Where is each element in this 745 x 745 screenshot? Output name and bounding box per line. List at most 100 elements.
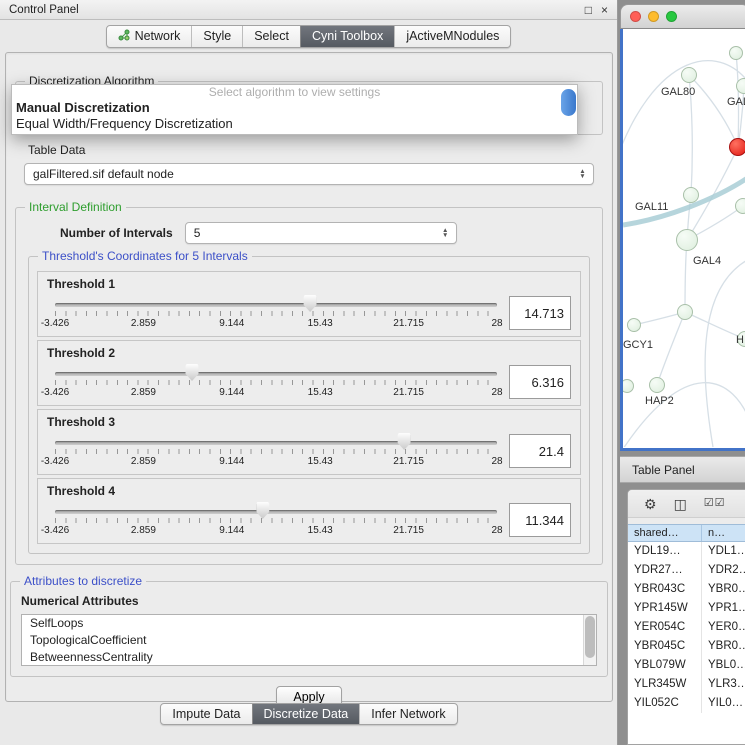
network-node-label: H… [736, 334, 745, 346]
list-item[interactable]: SelfLoops [22, 615, 583, 632]
table-row[interactable]: YPR145WYPR1… [628, 599, 745, 618]
slider-track[interactable] [55, 303, 497, 307]
mac-zoom-icon[interactable] [666, 11, 677, 22]
numerical-attributes-label: Numerical Attributes [21, 594, 597, 608]
slider-track[interactable] [55, 441, 497, 445]
slider-thumb[interactable] [186, 364, 199, 381]
tab-discretize-data[interactable]: Discretize Data [252, 704, 360, 724]
network-node[interactable] [627, 318, 641, 332]
column-header-name[interactable]: n… [702, 525, 745, 541]
tab-infer-network[interactable]: Infer Network [359, 704, 456, 724]
threshold-label: Threshold 2 [47, 346, 571, 360]
table-row[interactable]: YBR045CYBR0… [628, 637, 745, 656]
threshold-slider[interactable]: -3.4262.8599.14415.4321.71528 [55, 430, 497, 472]
network-view-window: GAL80GAL…GAL11GAL4GCY1HAP2H… [620, 4, 745, 451]
table-panel-header[interactable]: Table Panel [620, 456, 745, 483]
network-node[interactable] [729, 46, 743, 60]
table-row[interactable]: YLR345WYLR3… [628, 675, 745, 694]
threshold-panel: Threshold 1 -3.4262.8599.14415.4321.7152… [37, 271, 581, 337]
popup-option-equal-width-frequency[interactable]: Equal Width/Frequency Discretization [12, 116, 577, 132]
bottom-tabbar: Impute Data Discretize Data Infer Networ… [0, 703, 618, 725]
window-title: Control Panel [9, 4, 79, 16]
network-node[interactable] [649, 377, 665, 393]
slider-track[interactable] [55, 510, 497, 514]
tab-cyni-toolbox[interactable]: Cyni Toolbox [300, 26, 394, 47]
table-data-select[interactable]: galFiltered.sif default node ▲▼ [24, 163, 594, 185]
scrollbar-thumb[interactable] [585, 616, 595, 658]
network-node-label: GCY1 [623, 339, 653, 351]
table-header-row: shared… n… [628, 524, 745, 542]
numerical-attributes-list[interactable]: SelfLoopsTopologicalCoefficientBetweenne… [21, 614, 597, 666]
network-node[interactable] [677, 304, 693, 320]
scale-tick-label: -3.426 [41, 525, 69, 536]
scale-tick-label: 2.859 [131, 525, 156, 536]
threshold-value-input[interactable]: 14.713 [509, 296, 571, 330]
network-node[interactable] [620, 379, 634, 393]
select-columns-checkbox-icon[interactable]: ☑☑ [704, 498, 726, 509]
tab-select[interactable]: Select [242, 26, 300, 47]
table-row[interactable]: YDR27…YDR2… [628, 561, 745, 580]
gear-icon[interactable]: ⚙ [644, 497, 657, 511]
scale-tick-label: 21.715 [393, 387, 424, 398]
tab-jactivemnodules[interactable]: jActiveMNodules [394, 26, 510, 47]
scale-tick-label: 15.43 [308, 387, 333, 398]
group-title: Attributes to discretize [20, 574, 146, 588]
tab-impute-data[interactable]: Impute Data [161, 704, 251, 724]
scale-tick-label: -3.426 [41, 456, 69, 467]
popup-option-manual-discretization[interactable]: Manual Discretization [12, 100, 577, 116]
network-window-titlebar[interactable] [620, 4, 745, 29]
tab-style[interactable]: Style [191, 26, 242, 47]
threshold-value-input[interactable]: 21.4 [509, 434, 571, 468]
table-toolbar: ⚙ ◫ ☑☑ [628, 490, 745, 518]
scale-tick-label: 2.859 [131, 318, 156, 329]
tab-label: Network [135, 29, 181, 43]
attributes-to-discretize-group: Attributes to discretize Numerical Attri… [10, 581, 608, 677]
threshold-slider[interactable]: -3.4262.8599.14415.4321.71528 [55, 499, 497, 541]
threshold-value-input[interactable]: 11.344 [509, 503, 571, 537]
number-of-intervals-select[interactable]: 5 ▲▼ [185, 222, 457, 244]
table-row[interactable]: YDL19…YDL1… [628, 542, 745, 561]
network-node[interactable] [676, 229, 698, 251]
network-node[interactable] [683, 187, 699, 203]
threshold-value-input[interactable]: 6.316 [509, 365, 571, 399]
slider-ticks [55, 449, 497, 454]
threshold-slider[interactable]: -3.4262.8599.14415.4321.71528 [55, 292, 497, 334]
tab-network[interactable]: Network [107, 26, 192, 47]
table-row[interactable]: YER054CYER0… [628, 618, 745, 637]
table-row[interactable]: YBL079WYBL0… [628, 656, 745, 675]
slider-thumb[interactable] [398, 433, 411, 450]
close-icon[interactable]: × [601, 3, 608, 17]
network-node[interactable] [735, 198, 745, 214]
slider-track[interactable] [55, 372, 497, 376]
columns-icon[interactable]: ◫ [674, 497, 687, 511]
combo-stepper-icon[interactable]: ▲▼ [439, 228, 452, 238]
popup-scrollbar[interactable] [561, 89, 576, 116]
network-node-label: GAL… [727, 96, 745, 108]
scale-tick-label: 9.144 [219, 387, 244, 398]
network-node[interactable] [729, 138, 745, 156]
scale-tick-label: 28 [491, 318, 502, 329]
column-header-shared-name[interactable]: shared… [628, 525, 702, 541]
network-node[interactable] [736, 78, 745, 94]
combo-stepper-icon[interactable]: ▲▼ [576, 169, 589, 179]
scale-tick-label: 9.144 [219, 525, 244, 536]
list-scrollbar[interactable] [583, 615, 596, 665]
scale-tick-label: 28 [491, 387, 502, 398]
slider-scale: -3.4262.8599.14415.4321.71528 [55, 456, 497, 468]
mac-minimize-icon[interactable] [648, 11, 659, 22]
table-row[interactable]: YIL052CYIL0… [628, 694, 745, 713]
threshold-panel: Threshold 2 -3.4262.8599.14415.4321.7152… [37, 340, 581, 406]
table-row[interactable]: YBR043CYBR0… [628, 580, 745, 599]
network-canvas-frame: GAL80GAL…GAL11GAL4GCY1HAP2H… [620, 29, 745, 451]
slider-thumb[interactable] [304, 295, 317, 312]
threshold-panel: Threshold 4 -3.4262.8599.14415.4321.7152… [37, 478, 581, 544]
slider-thumb[interactable] [256, 502, 269, 519]
list-item[interactable]: BetweennessCentrality [22, 649, 583, 666]
float-window-icon[interactable]: □ [585, 3, 592, 17]
network-canvas[interactable]: GAL80GAL…GAL11GAL4GCY1HAP2H… [623, 29, 745, 448]
network-node[interactable] [681, 67, 697, 83]
mac-close-icon[interactable] [630, 11, 641, 22]
list-item[interactable]: TopologicalCoefficient [22, 632, 583, 649]
scale-tick-label: 9.144 [219, 318, 244, 329]
threshold-slider[interactable]: -3.4262.8599.14415.4321.71528 [55, 361, 497, 403]
